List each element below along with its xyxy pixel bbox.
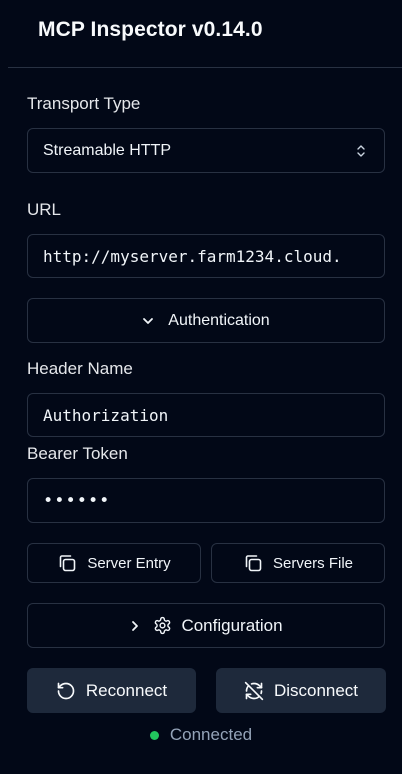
bearer-token-input[interactable]: •••••• bbox=[27, 478, 385, 523]
url-label: URL bbox=[27, 200, 62, 219]
url-input[interactable]: http://myserver.farm1234.cloud. bbox=[27, 234, 385, 278]
configuration-label: Configuration bbox=[181, 615, 283, 635]
copy-icon bbox=[243, 553, 263, 573]
copy-servers-file-button[interactable]: Servers File bbox=[211, 543, 385, 583]
transport-type-label: Transport Type bbox=[27, 94, 141, 113]
refresh-off-icon bbox=[244, 681, 264, 701]
disconnect-label: Disconnect bbox=[273, 680, 359, 700]
transport-type-value: Streamable HTTP bbox=[43, 141, 172, 159]
reconnect-label: Reconnect bbox=[85, 680, 168, 700]
chevron-down-icon bbox=[142, 315, 154, 327]
transport-type-select[interactable]: Streamable HTTP bbox=[27, 128, 385, 173]
status-dot-icon bbox=[149, 730, 159, 740]
disconnect-button[interactable]: Disconnect bbox=[216, 668, 386, 713]
chevron-up-down-icon bbox=[355, 142, 367, 160]
header-divider bbox=[8, 67, 402, 68]
copy-icon bbox=[57, 553, 77, 573]
header-name-input[interactable]: Authorization bbox=[27, 393, 385, 437]
server-entry-label: Server Entry bbox=[87, 554, 171, 572]
reconnect-button[interactable]: Reconnect bbox=[27, 668, 196, 713]
copy-server-entry-button[interactable]: Server Entry bbox=[27, 543, 201, 583]
configuration-toggle-button[interactable]: Configuration bbox=[27, 603, 385, 648]
authentication-label: Authentication bbox=[168, 311, 270, 329]
rotate-ccw-icon bbox=[56, 681, 76, 701]
chevron-right-icon bbox=[129, 620, 141, 632]
connection-status-text: Connected bbox=[169, 725, 253, 744]
app-title: MCP Inspector v0.14.0 bbox=[38, 18, 263, 41]
header-name-label: Header Name bbox=[27, 359, 133, 378]
authentication-toggle-button[interactable]: Authentication bbox=[27, 298, 385, 343]
connection-status: Connected bbox=[0, 725, 402, 745]
bearer-token-label: Bearer Token bbox=[27, 444, 128, 463]
gear-icon bbox=[153, 616, 172, 635]
servers-file-label: Servers File bbox=[272, 554, 354, 572]
